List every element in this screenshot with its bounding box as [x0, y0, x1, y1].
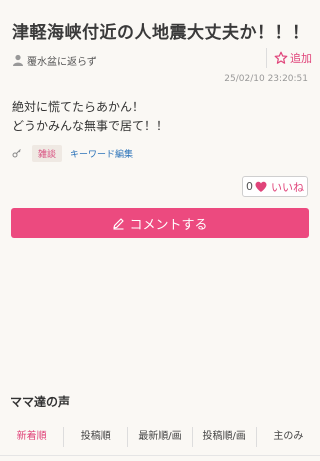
post-timestamp: 25/02/10 23:20:51	[224, 74, 308, 84]
comment-button[interactable]: コメントする	[11, 208, 309, 238]
bottom-divider	[0, 455, 320, 456]
post-body: 絶対に慌てたらあかん！ どうかみんな無事で居て！！	[12, 98, 308, 136]
header-divider	[266, 48, 267, 68]
key-icon	[12, 149, 21, 158]
post-body-line: 絶対に慌てたらあかん！	[12, 100, 145, 114]
tab-post-order-image[interactable]: 投稿順/画	[193, 427, 257, 447]
post-body-line: どうかみんな無事で居て！！	[12, 119, 169, 133]
post-title: 津軽海峡付近の人地震大丈夫か！！！	[12, 23, 310, 43]
comment-button-label: コメントする	[129, 217, 208, 233]
keyword-edit-link[interactable]: キーワード編集	[70, 147, 133, 160]
add-label: 追加	[290, 52, 312, 65]
tab-post-order[interactable]: 投稿順	[64, 427, 129, 447]
section-title: ママ達の声	[10, 395, 71, 409]
tab-latest-image[interactable]: 最新順/画	[128, 427, 193, 447]
like-count: 0	[246, 180, 253, 193]
sort-tabs: 新着順 投稿順 最新順/画 投稿順/画 主のみ	[0, 422, 320, 452]
like-button[interactable]: 0 いいね	[242, 176, 308, 197]
star-icon	[274, 51, 288, 64]
tag-chatting[interactable]: 雑談	[32, 144, 63, 162]
like-label: いいね	[271, 180, 304, 194]
tag-row: 雑談 キーワード編集	[12, 144, 133, 162]
person-icon	[13, 54, 23, 66]
tab-newest[interactable]: 新着順	[0, 427, 65, 447]
add-favorite-button[interactable]: 追加	[274, 48, 312, 68]
pen-icon	[113, 217, 125, 230]
tab-owner-only[interactable]: 主のみ	[257, 427, 320, 447]
author-name[interactable]: 覆水盆に返らず	[27, 53, 97, 68]
heart-icon	[255, 181, 267, 192]
